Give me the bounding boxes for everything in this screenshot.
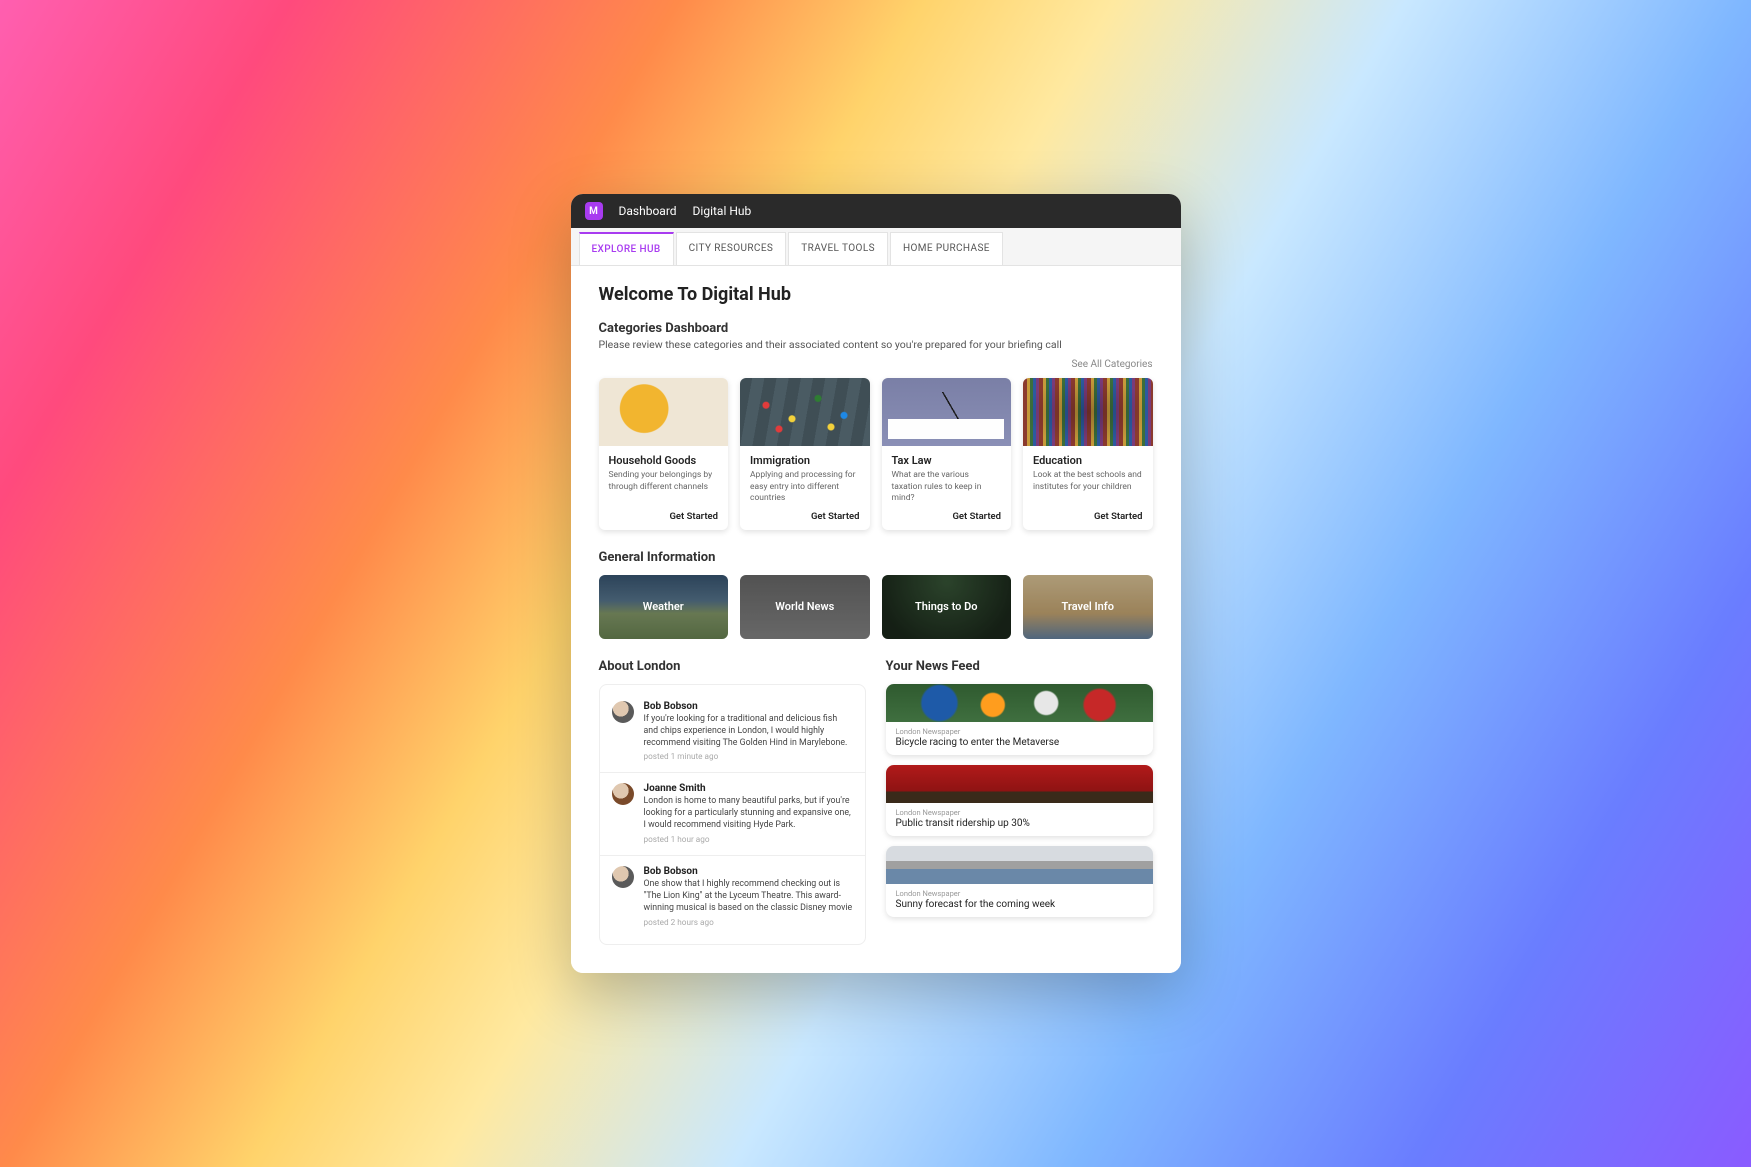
post-time: posted 1 minute ago [644,752,853,762]
news-headline: Sunny forecast for the coming week [896,899,1143,910]
about-panel: Bob Bobson If you're looking for a tradi… [599,684,866,945]
news-feed-heading: Your News Feed [886,659,1153,674]
category-card-household-goods[interactable]: Household Goods Sending your belongings … [599,378,729,529]
post-text: One show that I highly recommend checkin… [644,879,853,915]
news-headline: Bicycle racing to enter the Metaverse [896,737,1143,748]
post-author: Bob Bobson [644,701,853,712]
category-card-education[interactable]: Education Look at the best schools and i… [1023,378,1153,529]
category-image [740,378,870,446]
categories-subtext: Please review these categories and their… [599,338,1153,351]
post-item[interactable]: Bob Bobson If you're looking for a tradi… [600,691,865,774]
tile-label: Travel Info [1062,600,1114,613]
get-started-button[interactable]: Get Started [609,505,719,522]
tile-label: Things to Do [915,600,977,613]
news-image [886,684,1153,722]
titlebar: M Dashboard Digital Hub [571,194,1181,228]
tile-travel-info[interactable]: Travel Info [1023,575,1153,639]
about-heading: About London [599,659,866,674]
post-time: posted 1 hour ago [644,835,853,845]
post-text: London is home to many beautiful parks, … [644,796,853,832]
news-card[interactable]: London Newspaper Sunny forecast for the … [886,846,1153,917]
tab-bar: EXPLORE HUB CITY RESOURCES TRAVEL TOOLS … [571,228,1181,266]
category-desc: What are the various taxation rules to k… [892,470,1002,504]
get-started-button[interactable]: Get Started [1033,505,1143,522]
nav-digital-hub[interactable]: Digital Hub [693,204,752,218]
tile-label: World News [775,600,834,613]
post-time: posted 2 hours ago [644,918,853,928]
category-title: Tax Law [892,454,1002,467]
post-text: If you're looking for a traditional and … [644,714,853,750]
get-started-button[interactable]: Get Started [892,505,1002,522]
app-badge-icon: M [585,202,603,220]
general-info-heading: General Information [599,550,1153,565]
post-author: Bob Bobson [644,866,853,877]
tile-weather[interactable]: Weather [599,575,729,639]
category-desc: Look at the best schools and institutes … [1033,470,1143,493]
category-title: Household Goods [609,454,719,467]
category-card-tax-law[interactable]: Tax Law What are the various taxation ru… [882,378,1012,529]
post-item[interactable]: Joanne Smith London is home to many beau… [600,773,865,856]
tile-world-news[interactable]: World News [740,575,870,639]
news-source: London Newspaper [896,727,1143,736]
news-card[interactable]: London Newspaper Public transit ridershi… [886,765,1153,836]
news-image [886,846,1153,884]
category-title: Education [1033,454,1143,467]
page-title: Welcome To Digital Hub [599,284,1153,305]
tile-label: Weather [643,600,684,613]
avatar [612,701,634,723]
main-content: Welcome To Digital Hub Categories Dashbo… [571,266,1181,972]
news-headline: Public transit ridership up 30% [896,818,1143,829]
categories-grid: Household Goods Sending your belongings … [599,378,1153,529]
tab-explore-hub[interactable]: EXPLORE HUB [579,232,674,265]
avatar [612,866,634,888]
post-author: Joanne Smith [644,783,853,794]
news-image [886,765,1153,803]
news-source: London Newspaper [896,808,1143,817]
see-all-categories-link[interactable]: See All Categories [599,359,1153,370]
category-image [1023,378,1153,446]
app-window: M Dashboard Digital Hub EXPLORE HUB CITY… [571,194,1181,972]
get-started-button[interactable]: Get Started [750,505,860,522]
category-desc: Sending your belongings by through diffe… [609,470,719,493]
categories-heading: Categories Dashboard [599,321,1153,336]
avatar [612,783,634,805]
news-source: London Newspaper [896,889,1143,898]
tile-things-to-do[interactable]: Things to Do [882,575,1012,639]
category-image [882,378,1012,446]
category-title: Immigration [750,454,860,467]
category-card-immigration[interactable]: Immigration Applying and processing for … [740,378,870,529]
nav-dashboard[interactable]: Dashboard [619,204,677,218]
category-image [599,378,729,446]
tab-travel-tools[interactable]: TRAVEL TOOLS [788,232,888,265]
tab-home-purchase[interactable]: HOME PURCHASE [890,232,1003,265]
tab-city-resources[interactable]: CITY RESOURCES [676,232,787,265]
category-desc: Applying and processing for easy entry i… [750,470,860,504]
general-info-grid: Weather World News Things to Do Travel I… [599,575,1153,639]
post-item[interactable]: Bob Bobson One show that I highly recomm… [600,856,865,938]
news-card[interactable]: London Newspaper Bicycle racing to enter… [886,684,1153,755]
